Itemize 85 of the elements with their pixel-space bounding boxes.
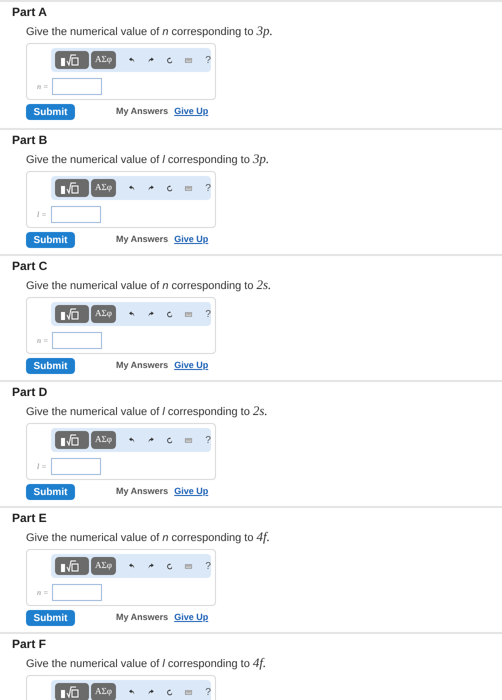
part-title: Part F [12,636,48,652]
part-title: Part B [12,132,48,148]
answer-field[interactable] [52,78,102,95]
redo-icon[interactable] [148,310,154,318]
give-up-link[interactable]: Give Up [174,611,208,625]
question-text: Give the numerical value of l corresponding to [26,153,250,167]
my-answers-link[interactable]: My Answers [116,611,168,625]
question-text: Give the numerical value of n corresponding to [26,279,254,293]
symbols-button[interactable]: ΑΣφ [91,683,116,700]
give-up-link[interactable]: Give Up [174,359,208,373]
give-up-link[interactable]: Give Up [174,485,208,499]
orbital-text: 2s. [252,404,268,418]
submit-button[interactable]: Submit [26,358,75,374]
templates-button[interactable] [55,305,89,323]
redo-icon[interactable] [148,184,154,192]
my-answers-link[interactable]: My Answers [116,105,168,119]
question-text: Give the numerical value of l corresponding to [26,657,250,671]
variable-label: n = [37,80,48,92]
undo-icon[interactable] [128,56,135,64]
reset-icon[interactable] [166,562,172,570]
variable-label: n = [37,586,48,598]
reset-icon[interactable] [166,688,172,696]
variable-label: l = [37,460,47,472]
part-title: Part D [12,384,48,400]
orbital-text: 2s. [256,278,272,292]
part-title: Part A [12,4,48,20]
part-title: Part C [12,258,48,274]
give-up-link[interactable]: Give Up [174,105,208,119]
answer-field[interactable] [52,584,102,601]
keyboard-icon[interactable] [185,56,192,64]
give-up-link[interactable]: Give Up [174,233,208,247]
keyboard-icon[interactable] [185,184,192,192]
reset-icon[interactable] [166,56,172,64]
reset-icon[interactable] [166,184,172,192]
redo-icon[interactable] [148,436,154,444]
undo-icon[interactable] [128,310,135,318]
help-button[interactable]: ? [205,558,211,574]
help-button[interactable]: ? [205,684,211,700]
submit-button[interactable]: Submit [26,104,75,120]
answer-field[interactable] [52,332,102,349]
variable-label: l = [37,208,47,220]
undo-icon[interactable] [128,436,135,444]
redo-icon[interactable] [148,562,154,570]
templates-button[interactable] [55,557,89,575]
symbols-button[interactable]: ΑΣφ [91,51,116,69]
answer-field[interactable] [50,206,101,223]
symbols-button[interactable]: ΑΣφ [91,179,116,197]
orbital-text: 4f. [252,656,266,670]
help-button[interactable]: ? [205,306,211,322]
answer-field[interactable] [50,458,101,475]
redo-icon[interactable] [148,56,154,64]
submit-button[interactable]: Submit [26,484,75,500]
question-text: Give the numerical value of n corresponding to [26,25,254,39]
reset-icon[interactable] [166,436,172,444]
templates-button[interactable] [55,51,89,69]
help-button[interactable]: ? [205,432,211,448]
templates-button[interactable] [55,683,89,700]
submit-button[interactable]: Submit [26,610,75,626]
symbols-button[interactable]: ΑΣφ [91,557,116,575]
symbols-button[interactable]: ΑΣφ [91,431,116,449]
orbital-text: 3p. [252,152,270,166]
undo-icon[interactable] [128,184,135,192]
my-answers-link[interactable]: My Answers [116,359,168,373]
undo-icon[interactable] [128,562,135,570]
question-text: Give the numerical value of l corresponding to [26,405,250,419]
keyboard-icon[interactable] [185,562,192,570]
variable-label: n = [37,334,48,346]
submit-button[interactable]: Submit [26,232,75,248]
my-answers-link[interactable]: My Answers [116,233,168,247]
part-title: Part E [12,510,48,526]
orbital-text: 4f. [256,530,270,544]
orbital-text: 3p. [256,24,273,38]
my-answers-link[interactable]: My Answers [116,485,168,499]
help-button[interactable]: ? [205,180,211,196]
symbols-button[interactable]: ΑΣφ [91,305,116,323]
templates-button[interactable] [55,431,89,449]
question-text: Give the numerical value of n corresponding to [26,531,254,545]
reset-icon[interactable] [166,310,172,318]
keyboard-icon[interactable] [185,310,192,318]
undo-icon[interactable] [128,688,135,696]
help-button[interactable]: ? [205,52,211,68]
keyboard-icon[interactable] [185,436,192,444]
keyboard-icon[interactable] [185,688,192,696]
redo-icon[interactable] [148,688,154,696]
templates-button[interactable] [55,179,89,197]
